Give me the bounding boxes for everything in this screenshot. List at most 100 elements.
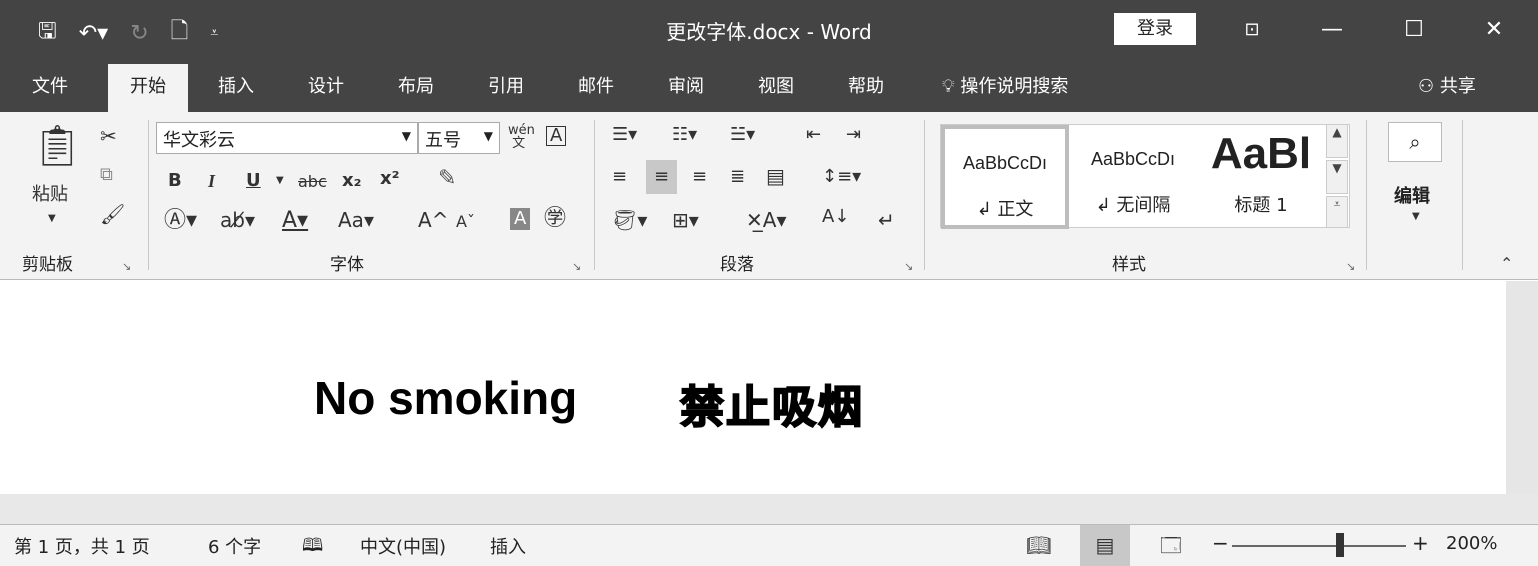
chevron-down-icon[interactable]: ▼: [48, 214, 56, 224]
borders-icon[interactable]: ⊞▾: [672, 210, 699, 230]
show-marks-icon[interactable]: ↵: [878, 210, 895, 230]
style-heading-1[interactable]: AaBl 标题 1: [1197, 125, 1325, 229]
align-left-icon[interactable]: ≡: [612, 168, 627, 186]
highlight-color-icon[interactable]: ab̸▾: [220, 210, 255, 230]
dialog-launcher-icon[interactable]: ↘: [1346, 260, 1355, 273]
format-painter-icon[interactable]: 🖌︎: [100, 204, 125, 224]
tab-view[interactable]: 视图: [758, 72, 794, 98]
style-normal[interactable]: AaBbCcDı ↲ 正文: [941, 125, 1069, 229]
chevron-down-icon[interactable]: ▼: [402, 129, 411, 143]
vertical-scrollbar[interactable]: [1506, 281, 1538, 494]
paste-label[interactable]: 粘贴: [32, 186, 68, 204]
login-button[interactable]: 登录: [1114, 13, 1196, 45]
tab-help[interactable]: 帮助: [848, 72, 884, 98]
zoom-slider-thumb[interactable]: [1336, 533, 1344, 557]
bold-button[interactable]: B: [168, 172, 182, 190]
copy-icon[interactable]: ⧉: [100, 166, 113, 184]
tell-me-search[interactable]: 💡︎ 操作说明搜索: [942, 72, 1068, 98]
web-layout-icon[interactable]: 🗔: [1146, 525, 1196, 566]
font-name-combobox[interactable]: 华文彩云 ▼: [156, 122, 418, 154]
justify-icon[interactable]: ≣: [730, 168, 745, 186]
font-size-combobox[interactable]: 五号 ▼: [418, 122, 500, 154]
clipboard-group: 📋︎ 粘贴 ▼ ✂ ⧉ 🖌︎ 剪贴板 ↘: [0, 112, 146, 280]
ribbon-home: 📋︎ 粘贴 ▼ ✂ ⧉ 🖌︎ 剪贴板 ↘ 华文彩云 ▼ 五号 ▼ wén 文 A B…: [0, 112, 1538, 280]
line-spacing-icon[interactable]: ↕≡▾: [822, 168, 861, 186]
styles-more-icon[interactable]: ⩡: [1326, 196, 1348, 228]
proofing-icon[interactable]: 🕮︎: [302, 533, 323, 563]
zoom-out-button[interactable]: −: [1212, 531, 1229, 555]
tab-home[interactable]: 开始: [108, 64, 188, 112]
chinese-layout-icon[interactable]: ✕̲A▾: [746, 210, 786, 230]
styles-group-label: 样式: [1112, 255, 1146, 275]
shading-icon[interactable]: 🪣︎▾: [612, 210, 647, 230]
change-case-button[interactable]: Aa▾: [338, 210, 374, 230]
text-effects-icon[interactable]: Ⓐ▾: [164, 210, 197, 232]
insert-mode[interactable]: 插入: [490, 533, 526, 559]
underline-button[interactable]: U: [246, 172, 261, 190]
tab-file[interactable]: 文件: [32, 72, 68, 98]
styles-scroll-up-icon[interactable]: ▲: [1326, 124, 1348, 158]
grow-font-label: A: [418, 208, 432, 232]
read-mode-icon[interactable]: 📖︎: [1014, 525, 1064, 566]
clear-formatting-icon[interactable]: ✎: [438, 168, 456, 190]
title-bar: 🖫 ↶▾ ↻ 🗋 ⩡ 更改字体.docx - Word 登录 ⊡ — ☐ ✕: [0, 0, 1538, 60]
cut-icon[interactable]: ✂: [100, 126, 117, 146]
search-icon[interactable]: ⌕: [1388, 122, 1442, 162]
word-count[interactable]: 6 个字: [208, 533, 261, 559]
align-center-icon[interactable]: ≡: [646, 160, 678, 194]
character-shading-icon[interactable]: A: [510, 208, 531, 230]
zoom-level[interactable]: 200%: [1446, 533, 1497, 554]
print-layout-icon[interactable]: ▤: [1080, 525, 1130, 566]
ribbon-tabs: 文件 开始 插入 设计 布局 引用 邮件 审阅 视图 帮助 💡︎ 操作说明搜索 …: [0, 60, 1538, 112]
increase-indent-icon[interactable]: ⇥: [846, 126, 861, 144]
decrease-indent-icon[interactable]: ⇤: [806, 126, 821, 144]
style-no-spacing[interactable]: AaBbCcDı ↲ 无间隔: [1069, 125, 1197, 229]
dialog-launcher-icon[interactable]: ↘: [904, 260, 913, 273]
phonetic-guide-icon[interactable]: wén 文: [508, 124, 535, 150]
sort-icon[interactable]: A↓: [822, 208, 849, 226]
bullets-icon[interactable]: ☰▾: [612, 126, 637, 144]
italic-button[interactable]: I: [208, 172, 215, 190]
tab-review[interactable]: 审阅: [668, 72, 704, 98]
document-page[interactable]: No smoking 禁止吸烟: [0, 281, 1506, 494]
tab-mailings[interactable]: 邮件: [578, 72, 614, 98]
tab-design[interactable]: 设计: [308, 72, 344, 98]
collapse-ribbon-icon[interactable]: ⌃: [1500, 254, 1513, 273]
character-border-icon[interactable]: A: [546, 126, 567, 146]
language-indicator[interactable]: 中文(中国): [360, 533, 446, 559]
tab-references[interactable]: 引用: [488, 72, 524, 98]
zoom-in-button[interactable]: +: [1412, 531, 1429, 555]
editing-button[interactable]: 编辑: [1394, 182, 1430, 208]
minimize-button[interactable]: —: [1312, 10, 1352, 50]
grow-font-button[interactable]: A^: [418, 210, 448, 230]
ribbon-display-icon[interactable]: ⊡: [1232, 10, 1272, 50]
paste-icon[interactable]: 📋︎: [32, 126, 83, 166]
numbering-icon[interactable]: ☷▾: [672, 126, 697, 144]
enclose-characters-icon[interactable]: ㊫: [544, 208, 566, 230]
strikethrough-button[interactable]: abc: [298, 174, 327, 190]
tab-insert[interactable]: 插入: [218, 72, 254, 98]
style-preview: AaBbCcDı: [1090, 149, 1176, 169]
zoom-slider[interactable]: [1232, 545, 1406, 547]
close-button[interactable]: ✕: [1474, 10, 1514, 50]
align-right-icon[interactable]: ≡: [692, 168, 707, 186]
chevron-down-icon[interactable]: ▼: [1412, 212, 1420, 222]
page-gap: [0, 494, 1538, 524]
restore-button[interactable]: ☐: [1394, 10, 1434, 50]
dialog-launcher-icon[interactable]: ↘: [572, 260, 581, 273]
distributed-icon[interactable]: ▤: [766, 166, 785, 186]
subscript-button[interactable]: x₂: [342, 172, 362, 190]
chinese-text: 禁止吸烟: [679, 381, 864, 434]
font-color-icon[interactable]: A▾: [282, 210, 308, 232]
styles-scroll-down-icon[interactable]: ▼: [1326, 160, 1348, 194]
share-button[interactable]: ⚇ 共享: [1418, 72, 1476, 98]
multilevel-list-icon[interactable]: ☱▾: [730, 126, 755, 144]
superscript-button[interactable]: x²: [380, 170, 400, 188]
page-count[interactable]: 第 1 页，共 1 页: [14, 533, 150, 559]
dialog-launcher-icon[interactable]: ↘: [122, 260, 131, 273]
chevron-down-icon[interactable]: ▼: [276, 176, 284, 186]
divider: [594, 120, 595, 270]
chevron-down-icon[interactable]: ▼: [484, 129, 493, 143]
tab-layout[interactable]: 布局: [398, 72, 434, 98]
shrink-font-button[interactable]: Aˇ: [456, 214, 475, 230]
